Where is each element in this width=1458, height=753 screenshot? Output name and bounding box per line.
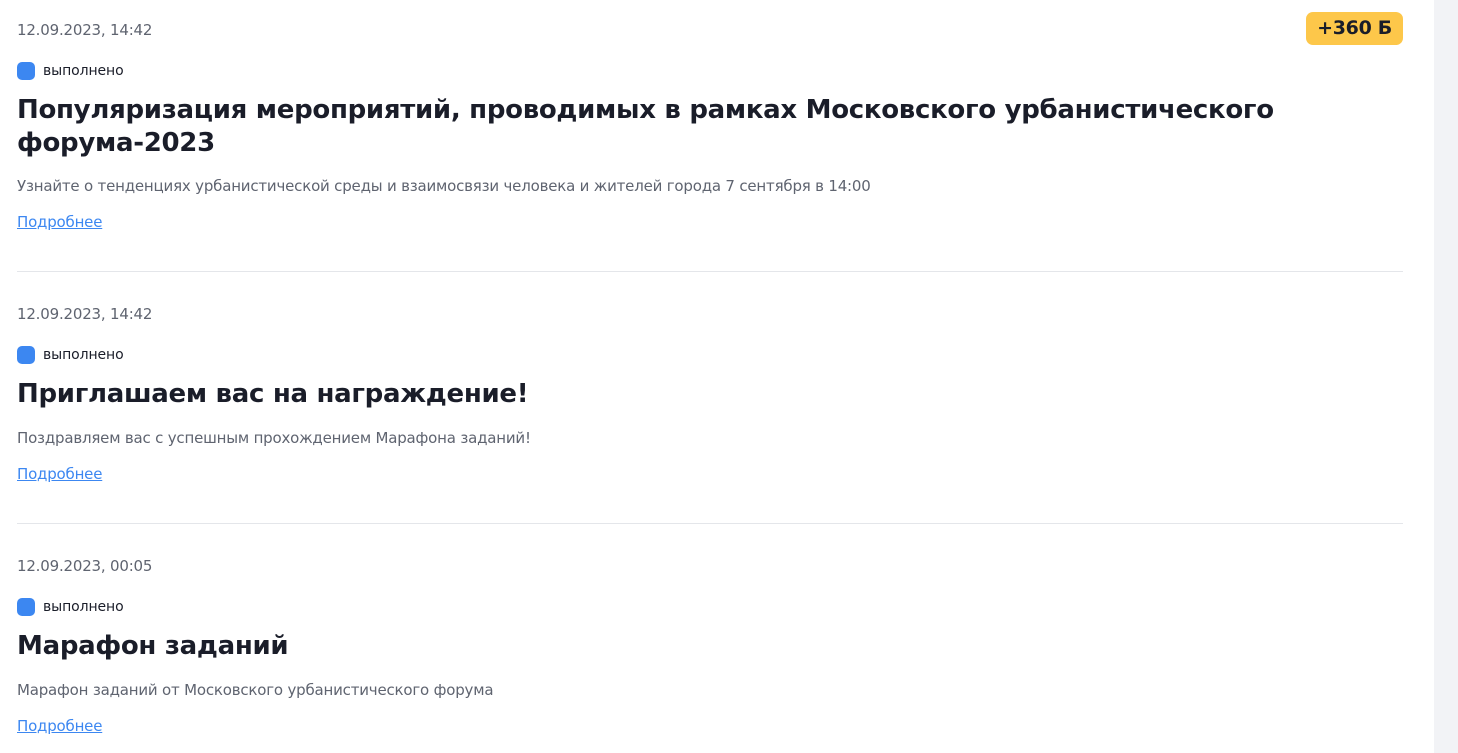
status-dot-icon (17, 598, 35, 616)
feed-card: 12.09.2023, 00:05 выполнено Марафон зада… (17, 524, 1403, 753)
status-indicator: выполнено (17, 346, 124, 364)
more-link[interactable]: Подробнее (17, 716, 102, 736)
card-description: Марафон заданий от Московского урбанисти… (17, 681, 494, 699)
status-dot-icon (17, 346, 35, 364)
status-label: выполнено (43, 347, 124, 363)
card-date: 12.09.2023, 00:05 (17, 557, 153, 575)
scrollbar-track[interactable] (1434, 0, 1458, 753)
points-badge: +360 Б (1306, 12, 1403, 45)
card-title: Приглашаем вас на награждение! (17, 379, 529, 409)
more-link[interactable]: Подробнее (17, 212, 102, 232)
status-dot-icon (17, 62, 35, 80)
feed-card: 12.09.2023, 14:42 выполнено Приглашаем в… (17, 272, 1403, 524)
card-date: 12.09.2023, 14:42 (17, 305, 153, 323)
feed-card: 12.09.2023, 14:42 +360 Б выполнено Попул… (17, 0, 1403, 272)
card-date: 12.09.2023, 14:42 (17, 21, 153, 39)
status-label: выполнено (43, 599, 124, 615)
card-title: Популяризация мероприятий, проводимых в … (17, 95, 1274, 158)
page: 12.09.2023, 14:42 +360 Б выполнено Попул… (0, 0, 1458, 753)
card-title: Марафон заданий (17, 631, 289, 661)
more-link[interactable]: Подробнее (17, 464, 102, 484)
status-indicator: выполнено (17, 598, 124, 616)
card-description: Узнайте о тенденциях урбанистической сре… (17, 177, 871, 195)
status-label: выполнено (43, 63, 124, 79)
status-indicator: выполнено (17, 62, 124, 80)
card-description: Поздравляем вас с успешным прохождением … (17, 429, 531, 447)
task-feed: 12.09.2023, 14:42 +360 Б выполнено Попул… (17, 0, 1403, 753)
